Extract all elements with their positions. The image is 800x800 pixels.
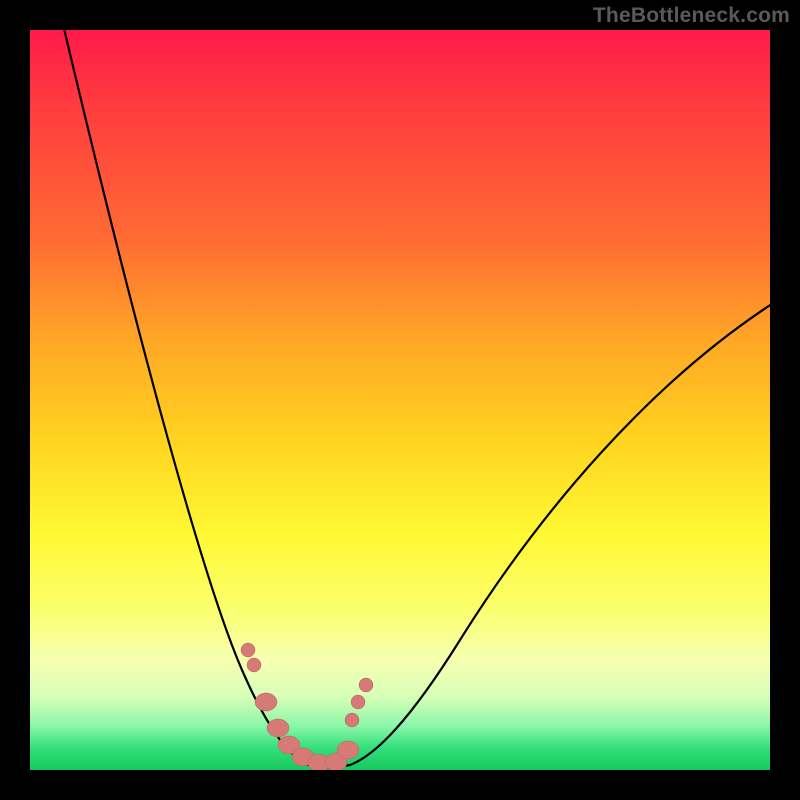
bottleneck-curve-right xyxy=(330,300,770,768)
data-point xyxy=(359,678,373,692)
data-markers xyxy=(241,643,373,770)
curve-overlay xyxy=(30,30,770,770)
data-point xyxy=(345,713,359,727)
watermark-text: TheBottleneck.com xyxy=(593,4,790,28)
data-point-emphasis xyxy=(337,741,359,759)
data-point xyxy=(351,695,365,709)
data-point xyxy=(241,643,255,657)
data-point xyxy=(247,658,261,672)
chart-frame: TheBottleneck.com xyxy=(0,0,800,800)
data-point-emphasis xyxy=(255,693,277,711)
data-point-emphasis xyxy=(267,719,289,737)
bottleneck-curve-left xyxy=(62,30,330,768)
